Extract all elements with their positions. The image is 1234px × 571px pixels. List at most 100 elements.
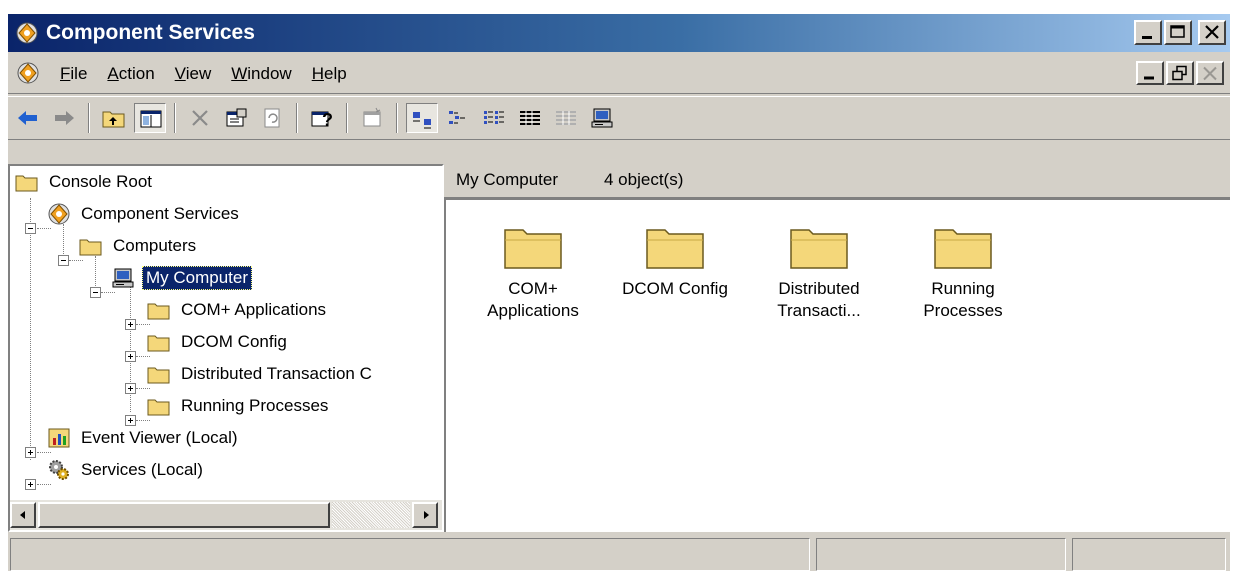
maximize-button[interactable]: [1164, 20, 1192, 45]
close-icon: [1205, 25, 1219, 39]
tree-item-running-processes[interactable]: Running Processes: [146, 392, 331, 420]
collapse-toggle[interactable]: [58, 255, 69, 266]
snapin-menu-icon[interactable]: [16, 61, 40, 85]
list-item-label: Distributed: [778, 279, 860, 298]
arrow-right-icon: [424, 511, 429, 519]
scroll-right-button[interactable]: [412, 502, 438, 528]
restore-icon: [1172, 65, 1187, 81]
tree-item-label: Distributed Transaction C: [181, 364, 372, 383]
list-button[interactable]: [478, 103, 510, 133]
scroll-left-button[interactable]: [10, 502, 36, 528]
new-window-button[interactable]: [356, 103, 388, 133]
event-viewer-icon: [48, 428, 70, 448]
tree-item-label: Computers: [113, 236, 197, 255]
toolbar-separator: [396, 103, 398, 133]
list-item-label: Applications: [487, 301, 579, 320]
small-icons-icon: [449, 111, 465, 124]
tree-line: [136, 324, 150, 325]
help-icon: ?: [311, 110, 333, 130]
expand-toggle[interactable]: [125, 383, 136, 394]
tree-item-distributed-transaction[interactable]: Distributed Transaction C: [146, 360, 375, 388]
tree-item-label: My Computer: [142, 266, 253, 290]
folder-icon: [147, 367, 170, 384]
child-minimize-button[interactable]: [1136, 61, 1164, 85]
tree-horizontal-scrollbar[interactable]: [10, 500, 442, 530]
list-item-dcom-config[interactable]: DCOM Config: [600, 220, 750, 300]
tree-item-my-computer[interactable]: My Computer: [110, 264, 253, 292]
tree-item-dcom-config[interactable]: DCOM Config: [146, 328, 290, 356]
large-icons-button[interactable]: [406, 103, 438, 133]
properties-icon: [226, 108, 247, 127]
up-one-level-icon: [102, 111, 125, 128]
tree-item-com-applications[interactable]: COM+ Applications: [146, 296, 329, 324]
tree-item-label: Component Services: [81, 204, 239, 223]
tree-line: [101, 292, 115, 293]
menu-view[interactable]: View: [165, 63, 222, 85]
tree-item-label: COM+ Applications: [181, 300, 327, 319]
configure-icon: [556, 111, 576, 125]
minimize-icon: [1142, 36, 1152, 39]
menu-file[interactable]: File: [50, 63, 97, 85]
tree-line: [69, 260, 83, 261]
console-tree: Console Root Component Services Computer…: [8, 164, 444, 532]
tree-line: [37, 484, 51, 485]
list-item-com-applications[interactable]: COM+ Applications: [458, 220, 608, 322]
folder-icon: [646, 229, 704, 269]
component-services-window: Component Services File Action View Wind…: [8, 14, 1230, 571]
refresh-icon: [264, 108, 280, 128]
list-item-distributed-transaction[interactable]: Distributed Transacti...: [744, 220, 894, 322]
large-icons-icon: [413, 112, 431, 129]
small-icons-button[interactable]: [442, 103, 474, 133]
back-button[interactable]: [12, 103, 44, 133]
tree-item-component-services[interactable]: Component Services: [46, 200, 242, 228]
component-services-icon: [16, 22, 38, 44]
tree-item-label: Running Processes: [181, 396, 329, 415]
forward-button[interactable]: [48, 103, 80, 133]
minimize-button[interactable]: [1134, 20, 1162, 45]
details-list[interactable]: COM+ Applications DCOM Config Distribute…: [444, 198, 1230, 532]
tree-line: [136, 388, 150, 389]
computer-button[interactable]: [586, 103, 618, 133]
list-item-label: COM+: [508, 279, 558, 298]
expand-toggle[interactable]: [25, 447, 36, 458]
expand-toggle[interactable]: [25, 479, 36, 490]
child-close-button[interactable]: [1196, 61, 1224, 85]
tree-item-label: Services (Local): [81, 460, 203, 479]
expand-toggle[interactable]: [125, 319, 136, 330]
show-hide-console-tree-icon: [140, 110, 162, 128]
up-one-level-button[interactable]: [98, 103, 130, 133]
delete-icon: [192, 110, 208, 126]
tree-item-services[interactable]: Services (Local): [46, 456, 206, 484]
arrow-left-icon: [20, 511, 25, 519]
list-item-running-processes[interactable]: Running Processes: [888, 220, 1038, 322]
minimize-icon: [1144, 76, 1154, 80]
tree-item-event-viewer[interactable]: Event Viewer (Local): [46, 424, 241, 452]
status-bar: [8, 534, 1230, 571]
folder-icon: [15, 175, 38, 192]
help-button[interactable]: ?: [306, 103, 338, 133]
toolbar-separator: [88, 103, 90, 133]
configure-button[interactable]: [550, 103, 582, 133]
title-bar[interactable]: Component Services: [8, 14, 1230, 52]
collapse-toggle[interactable]: [90, 287, 101, 298]
forward-icon: [55, 111, 74, 125]
expand-toggle[interactable]: [125, 351, 136, 362]
child-restore-button[interactable]: [1166, 61, 1194, 85]
tree-item-computers[interactable]: Computers: [78, 232, 199, 260]
details-pane: My Computer 4 object(s) COM+ Application…: [444, 164, 1230, 532]
show-hide-console-tree-button[interactable]: [134, 103, 166, 133]
menu-action[interactable]: Action: [97, 63, 164, 85]
close-icon: [1203, 66, 1217, 81]
close-button[interactable]: [1198, 20, 1226, 45]
collapse-toggle[interactable]: [25, 223, 36, 234]
detail-button[interactable]: [514, 103, 546, 133]
menu-help[interactable]: Help: [302, 63, 357, 85]
refresh-button[interactable]: [256, 103, 288, 133]
menu-window[interactable]: Window: [221, 63, 301, 85]
window-title: Component Services: [46, 21, 255, 44]
tree-item-console-root[interactable]: Console Root: [14, 168, 155, 196]
scroll-track[interactable]: [332, 502, 410, 528]
properties-button[interactable]: [220, 103, 252, 133]
delete-button[interactable]: [184, 103, 216, 133]
scroll-thumb[interactable]: [38, 502, 330, 528]
